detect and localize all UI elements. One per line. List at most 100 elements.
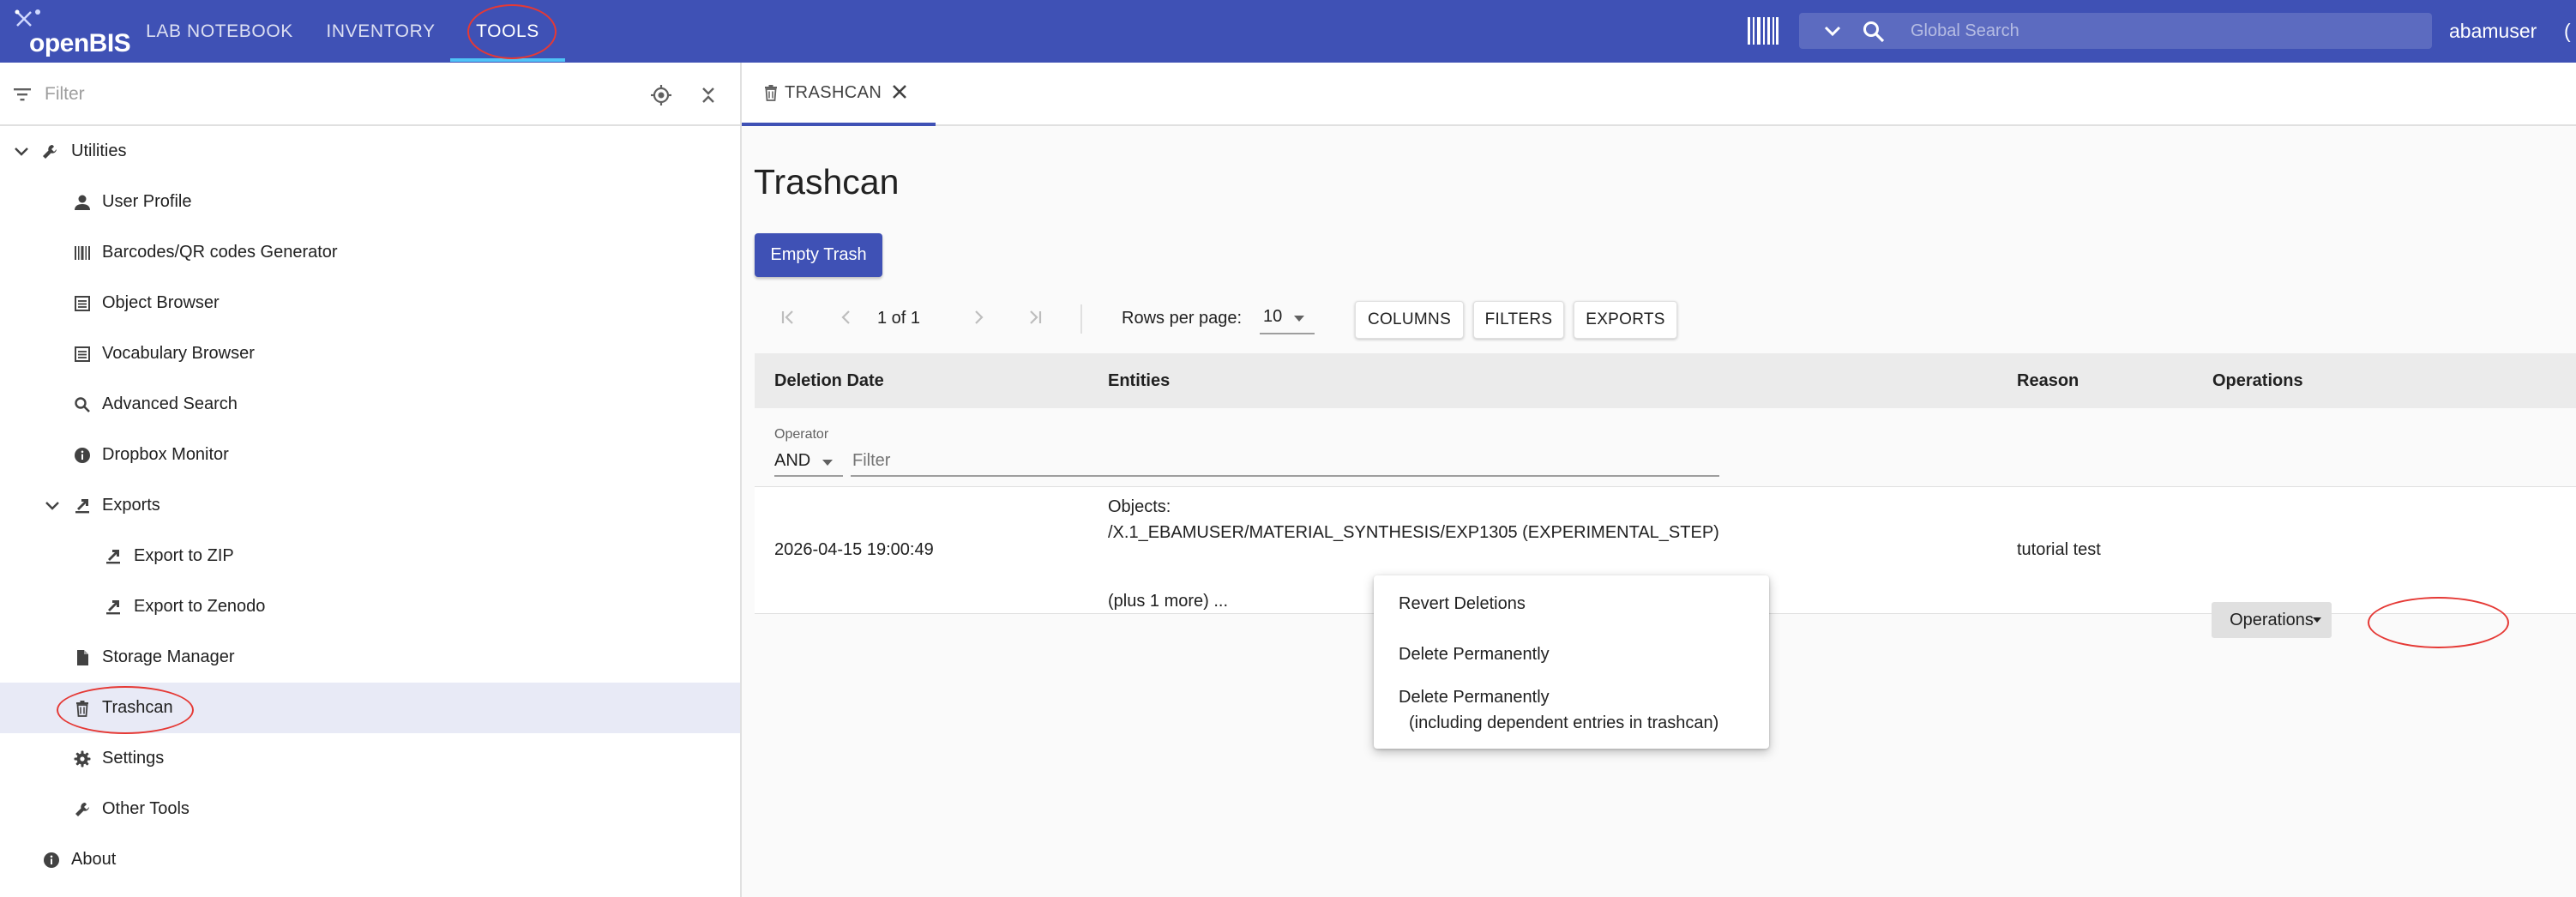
- operator-label: Operator: [774, 427, 829, 442]
- tree-item-trashcan[interactable]: Trashcan: [0, 683, 740, 734]
- barcode-icon: [75, 246, 90, 260]
- tree-item-export-zenodo[interactable]: Export to Zenodo: [0, 581, 740, 632]
- caret-down-icon: [822, 460, 833, 466]
- operations-button-label: Operations: [2230, 610, 2314, 629]
- global-search-input[interactable]: [1911, 13, 2417, 49]
- tree-label: Export to Zenodo: [134, 597, 266, 616]
- tree-item-object-browser[interactable]: Object Browser: [0, 278, 740, 328]
- openbis-logo[interactable]: openBIS: [12, 7, 141, 58]
- tree-label: About: [71, 850, 117, 869]
- user-menu-icon[interactable]: (: [2564, 0, 2571, 63]
- filter-icon: [14, 88, 31, 101]
- exports-button[interactable]: EXPORTS: [1574, 301, 1677, 339]
- export-icon: [106, 550, 120, 564]
- grid-filter-row: Operator AND: [755, 408, 2576, 487]
- tree-item-storage-manager[interactable]: Storage Manager: [0, 632, 740, 683]
- tree-label: User Profile: [102, 192, 192, 211]
- global-search-box: [1799, 13, 2432, 49]
- tree-label: Barcodes/QR codes Generator: [102, 243, 338, 262]
- chevron-down-icon[interactable]: [1823, 23, 1842, 39]
- tree-label: Other Tools: [102, 799, 190, 818]
- empty-trash-button[interactable]: Empty Trash: [755, 233, 882, 277]
- nav-lab-notebook[interactable]: LAB NOTEBOOK: [139, 0, 300, 63]
- column-header-deletion-date[interactable]: Deletion Date: [774, 353, 884, 408]
- operator-select[interactable]: AND: [774, 446, 843, 477]
- caret-down-icon: [2313, 617, 2321, 623]
- tree-label: Advanced Search: [102, 394, 238, 413]
- active-tab-indicator: [742, 123, 936, 126]
- grid-filter-input[interactable]: [851, 446, 1719, 477]
- tree-label: Trashcan: [102, 698, 173, 717]
- pager-divider: [1080, 304, 1082, 334]
- wrench-icon: [75, 803, 89, 816]
- tree-item-about[interactable]: About: [0, 834, 740, 885]
- tab-strip: TRASHCAN: [742, 63, 2576, 126]
- tree-item-utilities[interactable]: Utilities: [0, 126, 740, 177]
- chevron-down-icon[interactable]: [43, 497, 62, 515]
- list-view-icon: [75, 346, 90, 362]
- column-header-reason[interactable]: Reason: [2017, 353, 2079, 408]
- collapse-all-icon[interactable]: [700, 84, 717, 106]
- operations-button[interactable]: Operations: [2212, 602, 2332, 638]
- sidebar-filter-input[interactable]: [45, 78, 593, 111]
- tree-item-advanced-search[interactable]: Advanced Search: [0, 379, 740, 430]
- caret-down-icon: [1294, 316, 1304, 322]
- tree-item-dropbox-monitor[interactable]: Dropbox Monitor: [0, 430, 740, 480]
- tree-item-barcodes[interactable]: Barcodes/QR codes Generator: [0, 227, 740, 278]
- columns-button[interactable]: COLUMNS: [1355, 301, 1464, 339]
- wrench-icon: [43, 145, 57, 159]
- rows-per-page-label: Rows per page:: [1122, 309, 1243, 328]
- tree-item-other-tools[interactable]: Other Tools: [0, 784, 740, 834]
- previous-page-icon[interactable]: [837, 308, 856, 327]
- reason-cell: tutorial test: [2017, 540, 2101, 559]
- locate-icon[interactable]: [650, 84, 672, 106]
- column-header-entities[interactable]: Entities: [1108, 353, 1170, 408]
- entities-path[interactable]: /X.1_EBAMUSER/MATERIAL_SYNTHESIS/EXP1305…: [1108, 523, 1719, 543]
- rows-per-page-select[interactable]: 10: [1260, 304, 1315, 334]
- tree-label: Settings: [102, 749, 165, 768]
- tree-label: Object Browser: [102, 293, 220, 312]
- filters-button[interactable]: FILTERS: [1473, 301, 1564, 339]
- user-menu[interactable]: abamuser: [2449, 0, 2537, 63]
- tree-label: Exports: [102, 496, 160, 515]
- chevron-down-icon[interactable]: [12, 142, 31, 161]
- entities-heading: Objects:: [1108, 497, 1171, 516]
- next-page-icon[interactable]: [969, 308, 988, 327]
- sidebar-filter-row: [0, 63, 740, 126]
- document-icon: [77, 650, 88, 665]
- logo-text: openBIS: [29, 29, 131, 57]
- tree-item-settings[interactable]: Settings: [0, 733, 740, 784]
- menu-item-revert-deletions[interactable]: Revert Deletions: [1374, 591, 1769, 617]
- menu-item-delete-permanently[interactable]: Delete Permanently: [1374, 641, 1769, 667]
- search-icon: [1863, 21, 1885, 43]
- nav-tools[interactable]: TOOLS: [450, 0, 565, 63]
- barcode-scanner-icon[interactable]: [1746, 15, 1780, 46]
- menu-item-sublabel: (including dependent entries in trashcan…: [1409, 713, 1719, 732]
- info-icon: [44, 852, 59, 868]
- page-indicator: 1 of 1: [877, 309, 921, 328]
- tree-label: Storage Manager: [102, 647, 235, 666]
- gear-icon: [74, 750, 91, 768]
- tab-trashcan[interactable]: TRASHCAN: [742, 63, 936, 126]
- grid-header: Deletion Date Entities Reason Operations: [755, 353, 2576, 408]
- tree-item-user-profile[interactable]: User Profile: [0, 177, 740, 227]
- tree-label: Export to ZIP: [134, 546, 234, 565]
- tree-item-vocabulary-browser[interactable]: Vocabulary Browser: [0, 328, 740, 379]
- person-icon: [75, 195, 90, 210]
- tree-item-export-zip[interactable]: Export to ZIP: [0, 531, 740, 581]
- menu-item-label: Delete Permanently: [1399, 688, 1550, 707]
- tree-item-exports[interactable]: Exports: [0, 480, 740, 531]
- list-view-icon: [75, 296, 90, 311]
- first-page-icon[interactable]: [779, 308, 797, 327]
- nav-inventory[interactable]: INVENTORY: [317, 0, 444, 63]
- entities-more-link[interactable]: (plus 1 more) ...: [1108, 592, 1228, 611]
- menu-item-delete-permanently-dependent[interactable]: Delete Permanently (including dependent …: [1374, 684, 1769, 736]
- deletion-date-cell: 2026-04-15 19:00:49: [774, 540, 934, 559]
- page-title: Trashcan: [754, 162, 900, 202]
- column-header-operations[interactable]: Operations: [2212, 353, 2303, 408]
- tab-label: TRASHCAN: [785, 83, 882, 102]
- close-icon[interactable]: [889, 81, 910, 102]
- last-page-icon[interactable]: [1026, 308, 1044, 327]
- top-app-bar: openBIS LAB NOTEBOOK INVENTORY TOOLS aba…: [0, 0, 2576, 63]
- export-icon: [75, 499, 89, 514]
